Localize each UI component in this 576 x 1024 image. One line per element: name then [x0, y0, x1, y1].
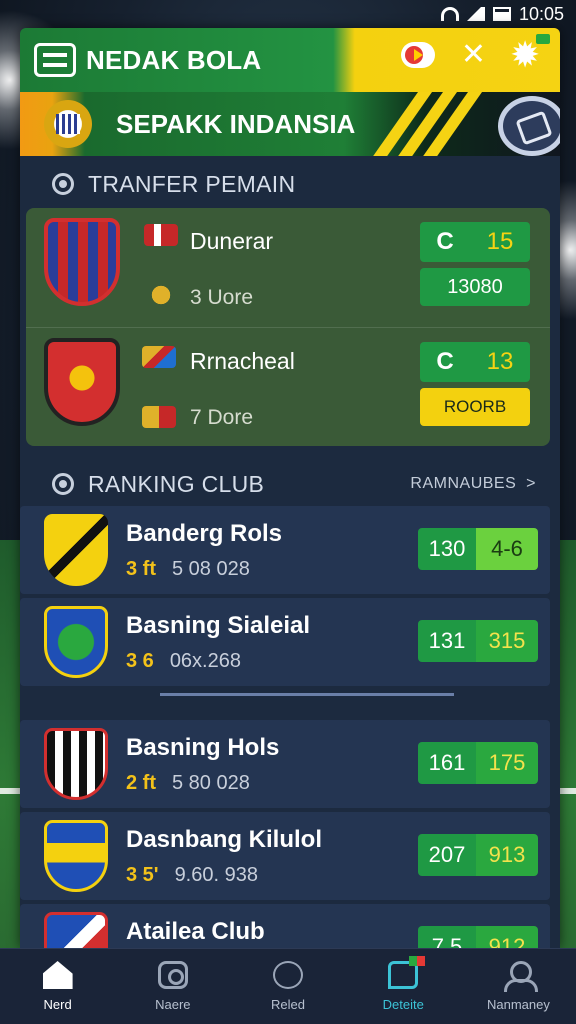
- transfer-section-title: TRANFER PEMAIN: [88, 170, 296, 197]
- transfer-score: C 15: [420, 222, 530, 262]
- home-icon: [42, 961, 73, 989]
- ranking-icon: [52, 473, 74, 495]
- bottom-navigation: Nerd Naere Reled Deteite Nanmaney: [0, 948, 576, 1024]
- club-crest-icon: [44, 728, 108, 800]
- transfer-score: C 13: [420, 342, 530, 382]
- see-all-label[interactable]: RAMNAUBES: [410, 475, 516, 492]
- ranking-section-title: RANKING CLUB: [88, 470, 265, 497]
- club-crest-icon: [44, 514, 108, 586]
- battery-icon: [492, 7, 511, 21]
- player-detail: 3 Uore: [190, 286, 254, 309]
- app-window: NEDAK BOLA ✕ SEPAKK INDANSIA TRANFER PEM…: [20, 28, 560, 948]
- nav-label: Reled: [271, 997, 305, 1012]
- transfer-icon: [52, 173, 74, 195]
- club-score: 7.5 912: [418, 926, 538, 948]
- app-logo-icon: [34, 43, 76, 77]
- app-header: NEDAK BOLA ✕: [20, 28, 560, 92]
- club-crest-icon: [44, 820, 108, 892]
- club-score: 131 315: [418, 620, 538, 662]
- settings-gear-icon[interactable]: [510, 34, 550, 76]
- club-ranking-card[interactable]: Atailea Club 7.5 912: [20, 904, 550, 948]
- status-time: 10:05: [518, 3, 564, 24]
- player-name: Dunerar: [190, 228, 274, 254]
- nav-label: Deteite: [382, 997, 424, 1012]
- app-title: NEDAK BOLA: [86, 44, 262, 75]
- badge-icon: [142, 406, 176, 428]
- close-icon[interactable]: ✕: [461, 40, 486, 70]
- nav-camera[interactable]: Naere: [115, 949, 230, 1024]
- nav-label: Naere: [155, 997, 191, 1012]
- list-divider: [160, 693, 454, 696]
- ranking-section-header: RANKING CLUB RAMNAUBES >: [20, 458, 560, 510]
- club-score: 207 913: [418, 834, 538, 876]
- club-name: Basning Hols: [126, 734, 280, 761]
- transfer-value-button[interactable]: 13080: [420, 268, 530, 306]
- chat-icon: [388, 956, 426, 989]
- club-ranking-card[interactable]: Banderg Rols 3 ft 5 08 028 130 4-6: [20, 506, 550, 594]
- nav-home[interactable]: Nerd: [0, 949, 115, 1024]
- banner-title: SEPAKK INDANSIA: [116, 109, 356, 139]
- transfer-row[interactable]: Rrnacheal 7 Dore C 13 ROORB: [26, 327, 550, 446]
- live-video-icon[interactable]: [400, 42, 435, 68]
- club-crest-icon: [44, 912, 108, 948]
- club-stats: 2 ft 5 80 028: [126, 772, 250, 794]
- transfer-row[interactable]: Dunerar 3 Uore C 15 13080: [26, 208, 550, 327]
- signal-icon: [466, 7, 485, 21]
- medal-icon: [144, 284, 178, 306]
- nav-profile[interactable]: Nanmaney: [461, 949, 576, 1024]
- club-score: 161 175: [418, 742, 538, 784]
- club-crest-icon: [44, 338, 120, 426]
- transfer-panel: Dunerar 3 Uore C 15 13080 Rrnacheal 7 Do…: [26, 208, 550, 446]
- player-name: Rrnacheal: [190, 348, 295, 374]
- clock-icon: [273, 961, 303, 989]
- club-name: Dasnbang Kilulol: [126, 826, 323, 853]
- nav-clock[interactable]: Reled: [230, 949, 345, 1024]
- club-score: 130 4-6: [418, 528, 538, 570]
- club-crest-icon: [44, 606, 108, 678]
- club-stats: 3 5' 9.60. 938: [126, 864, 258, 886]
- ranking-see-all-link[interactable]: RAMNAUBES >: [410, 475, 536, 493]
- player-detail: 7 Dore: [190, 406, 254, 429]
- nav-label: Nanmaney: [486, 997, 550, 1012]
- club-name: Atailea Club: [126, 918, 265, 945]
- boot-icon: [142, 346, 176, 368]
- transfer-status-button[interactable]: ROORB: [420, 388, 530, 426]
- transfer-section-header: TRANFER PEMAIN: [20, 158, 560, 210]
- nav-label: Nerd: [43, 997, 72, 1012]
- nav-chat[interactable]: Deteite: [346, 949, 461, 1024]
- league-crest-icon: [44, 100, 92, 148]
- camera-icon: [157, 961, 188, 989]
- club-name: Basning Sialeial: [126, 612, 311, 639]
- club-stats: 3 6 06x.268: [126, 650, 241, 672]
- club-stats: 3 ft 5 08 028: [126, 558, 250, 580]
- club-ranking-card[interactable]: Dasnbang Kilulol 3 5' 9.60. 938 207 913: [20, 812, 550, 900]
- user-icon: [503, 961, 539, 992]
- club-name: Banderg Rols: [126, 520, 283, 547]
- wifi-icon: [440, 7, 459, 21]
- league-banner[interactable]: SEPAKK INDANSIA: [20, 92, 560, 156]
- status-bar: 10:05: [0, 0, 576, 28]
- club-ranking-card[interactable]: Basning Hols 2 ft 5 80 028 161 175: [20, 720, 550, 808]
- club-ranking-card[interactable]: Basning Sialeial 3 6 06x.268 131 315: [20, 598, 550, 686]
- ball-icon: [498, 96, 560, 156]
- flag-icon: [144, 224, 178, 246]
- club-crest-icon: [44, 218, 120, 306]
